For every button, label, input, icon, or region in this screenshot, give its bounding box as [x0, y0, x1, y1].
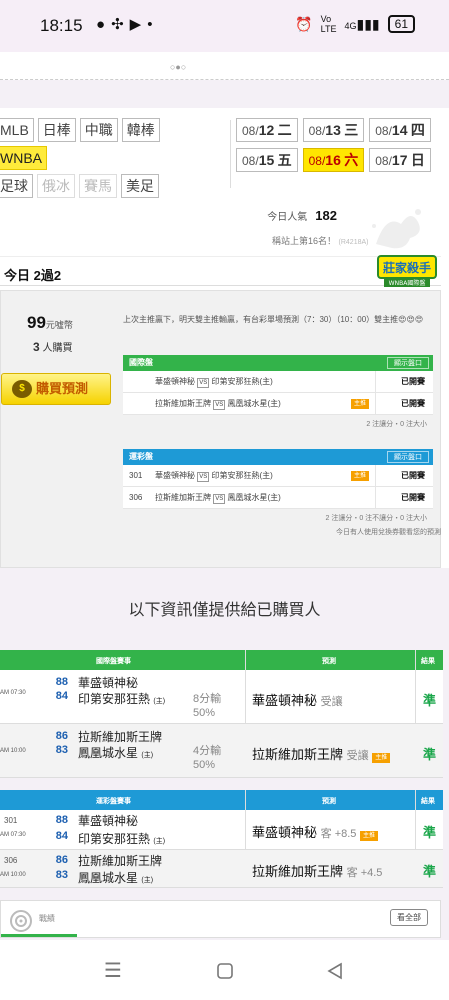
intl-count: 2 注讓分・0 注大小 — [366, 421, 427, 428]
main-pick-tag: 主推 — [360, 831, 379, 841]
analyst-note: 上次主推贏下，明天雙主推輸贏，有台彩單場預測（7：30）（10：00）雙主推😍😍… — [123, 315, 424, 324]
drag-handle-bar[interactable]: ○●○ — [0, 52, 449, 80]
table-row: 301 華盛頓神秘 VS 印第安那狂熱(主) 主推 已開賽 — [123, 465, 433, 487]
record-text: 今日 2過2 — [4, 268, 62, 283]
system-nav-bar: ☰ — [0, 940, 449, 1000]
drag-handle-icon[interactable]: ○●○ — [170, 62, 186, 72]
category-row-3: 足球 俄冰 賽馬 美足 — [0, 174, 159, 198]
table-row: AM 07:30 88 華盛頓神秘 84 印第安那狂熱 (主) 8分輸 50% 華… — [0, 670, 443, 724]
buyers-only-heading: 以下資訊僅提供給已購買人 — [128, 602, 321, 619]
home-icon[interactable] — [216, 962, 234, 980]
lottery-results-header: 運彩盤賽事 預測 結果 — [0, 790, 443, 810]
splash-decoration-icon — [372, 209, 421, 249]
svg-text:莊家殺手: 莊家殺手 — [382, 260, 431, 275]
scroll-indicator — [1, 934, 77, 937]
lottery-table-header: 運彩盤 顯示盤口 — [123, 449, 433, 465]
rank-text: 稱站上第16名！ (R4218A) — [272, 236, 369, 246]
table-row: 306 拉斯維加斯王牌 VS 鳳凰城水星(主) 已開賽 — [123, 487, 433, 509]
target-icon — [10, 910, 32, 932]
category-horse[interactable]: 賽馬 — [79, 174, 117, 198]
category-npb[interactable]: 日棒 — [37, 118, 76, 142]
date-0817[interactable]: 08/17 日 — [369, 148, 431, 172]
back-icon[interactable] — [326, 962, 344, 980]
date-row-1: 08/12 二 08/13 三 08/14 四 — [236, 118, 431, 142]
date-0812[interactable]: 08/12 二 — [236, 118, 298, 142]
date-0815[interactable]: 08/15 五 — [236, 148, 298, 172]
divider — [230, 120, 231, 188]
record-label: 戰績 — [39, 914, 55, 923]
show-odds-button[interactable]: 顯示盤口 — [387, 451, 429, 463]
category-khl[interactable]: 俄冰 — [37, 174, 75, 198]
intl-picks-table: 國際盤 顯示盤口 華盛頓神秘 VS 印第安那狂熱(主) 已開賽 拉斯維加斯王牌 … — [123, 355, 433, 431]
volte-icon: Vo LTE — [320, 14, 337, 34]
table-row: 華盛頓神秘 VS 印第安那狂熱(主) 已開賽 — [123, 371, 433, 393]
table-row: 306 AM 10:00 86 拉斯維加斯王牌 83 鳳凰城水星 (主) 拉斯維… — [0, 850, 443, 888]
rank-id: (R4218A) — [338, 239, 369, 246]
table-row: AM 10:00 86 拉斯維加斯王牌 83 鳳凰城水星 (主) 4分輸 50% … — [0, 724, 443, 778]
record-strip: 戰績 看全部 — [0, 900, 441, 938]
show-odds-button[interactable]: 顯示盤口 — [387, 357, 429, 369]
intl-results-header: 國際盤賽事 預測 結果 — [0, 650, 443, 670]
popularity-value: 182 — [315, 208, 337, 223]
battery-icon: 61 — [387, 15, 415, 33]
dot-icon: • — [147, 16, 159, 33]
date-0816[interactable]: 08/16 六 — [302, 148, 365, 172]
clock: 18:15 — [40, 16, 83, 35]
main-pick-tag: 主推 — [351, 471, 370, 481]
category-mlb[interactable]: MLB — [0, 118, 34, 142]
date-0813[interactable]: 08/13 三 — [302, 118, 365, 142]
table-row: 301 AM 07:30 88 華盛頓神秘 84 印第安那狂熱 (主) 華盛頓神… — [0, 810, 443, 850]
chat-icon: ● — [96, 16, 112, 33]
lottery-count: 2 注讓分・0 注不讓分・0 注大小 — [325, 515, 427, 522]
date-picker: 08/12 二 08/13 三 08/14 四 08/15 五 08/16 六 … — [236, 118, 431, 178]
category-cpbl[interactable]: 中職 — [79, 118, 118, 142]
date-row-2: 08/15 五 08/16 六 08/17 日 — [236, 148, 431, 172]
buy-prediction-button[interactable]: $ 購買預測 — [1, 373, 111, 405]
exchange-note: 今日有人使用兌換券觀看您的預測 — [336, 529, 441, 536]
main-pick-tag: 主推 — [351, 399, 370, 409]
view-all-button[interactable]: 看全部 — [390, 909, 428, 926]
date-0814[interactable]: 08/14 四 — [369, 118, 431, 142]
bookie-killer-badge-icon: 莊家殺手 WNBA國際盤 — [377, 255, 437, 287]
system-icons: ⏰ Vo LTE 4G▮▮▮ 61 — [295, 14, 415, 34]
alarm-icon: ⏰ — [295, 15, 313, 32]
category-row-1: MLB 日棒 中職 韓棒 — [0, 118, 160, 142]
popularity-label: 今日人氣 — [267, 212, 308, 223]
category-kbo[interactable]: 韓棒 — [121, 118, 160, 142]
fan-icon: ✣ — [111, 16, 130, 33]
signal-icon: 4G▮▮▮ — [344, 15, 380, 32]
category-soccer[interactable]: 足球 — [0, 174, 33, 198]
purchase-panel: 99元噓幣 3 人購買 $ 購買預測 上次主推贏下，明天雙主推輸贏，有台彩單場預… — [0, 290, 441, 568]
popularity: 今日人氣 182 — [267, 208, 337, 223]
intl-table-header: 國際盤 顯示盤口 — [123, 355, 433, 371]
intl-results-table: 國際盤賽事 預測 結果 AM 07:30 88 華盛頓神秘 84 印第安那狂熱 … — [0, 650, 443, 778]
youtube-icon: ▶ — [129, 16, 148, 33]
price: 99元噓幣 — [27, 313, 73, 332]
notification-icons: ●✣▶• — [96, 15, 158, 33]
category-nfl[interactable]: 美足 — [121, 174, 159, 198]
buyers-count: 3 人購買 — [33, 340, 73, 354]
category-row-2: WNBA — [0, 146, 47, 170]
category-wnba[interactable]: WNBA — [0, 146, 47, 170]
svg-text:WNBA國際盤: WNBA國際盤 — [389, 279, 426, 287]
main-pick-tag: 主推 — [372, 753, 391, 763]
lottery-results-table: 運彩盤賽事 預測 結果 301 AM 07:30 88 華盛頓神秘 84 印第安… — [0, 790, 443, 888]
table-row: 拉斯維加斯王牌 VS 鳳凰城水星(主) 主推 已開賽 — [123, 393, 433, 415]
recent-apps-icon[interactable]: ☰ — [104, 958, 122, 983]
record-bar: 今日 2過2 — [0, 256, 441, 286]
lottery-picks-table: 運彩盤 顯示盤口 301 華盛頓神秘 VS 印第安那狂熱(主) 主推 已開賽 3… — [123, 449, 441, 539]
coin-icon: $ — [12, 380, 32, 398]
status-bar: 18:15 ●✣▶• ⏰ Vo LTE 4G▮▮▮ 61 — [0, 0, 449, 52]
